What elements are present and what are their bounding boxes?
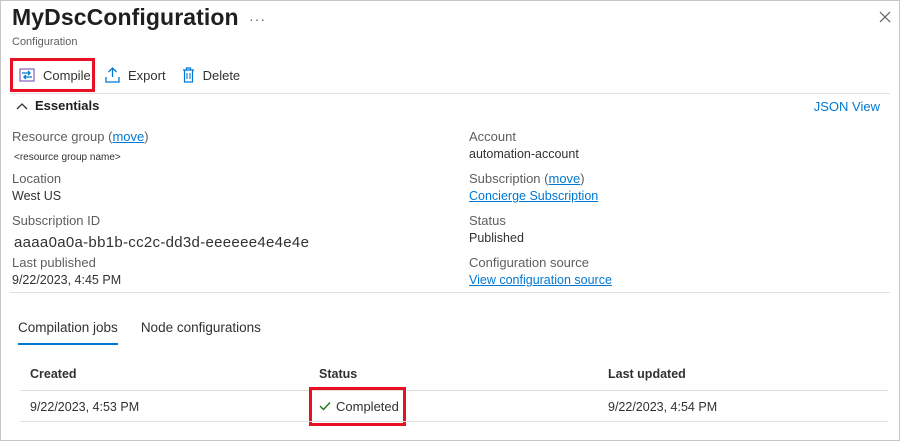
column-header-last-updated[interactable]: Last updated bbox=[608, 367, 686, 381]
subscription-label-text: Subscription bbox=[469, 171, 541, 186]
subscription-id-label: Subscription ID bbox=[12, 213, 101, 228]
export-label: Export bbox=[128, 67, 166, 83]
column-header-status[interactable]: Status bbox=[319, 367, 357, 381]
page-title: MyDscConfiguration bbox=[12, 4, 239, 30]
subscription-move-link[interactable]: move bbox=[549, 171, 581, 186]
command-bar: Compile Export Delete bbox=[10, 58, 248, 92]
column-header-created[interactable]: Created bbox=[30, 367, 77, 381]
configuration-source-label: Configuration source bbox=[469, 255, 589, 270]
checkmark-icon bbox=[319, 399, 336, 414]
location-value: West US bbox=[12, 189, 62, 203]
tab-node-configurations[interactable]: Node configurations bbox=[141, 320, 261, 345]
essentials-divider bbox=[10, 292, 890, 293]
page-subtitle: Configuration bbox=[12, 36, 78, 48]
essentials-heading: Essentials bbox=[35, 98, 100, 113]
more-actions-button[interactable]: ··· bbox=[249, 11, 266, 27]
resource-group-label-text: Resource group bbox=[12, 129, 105, 144]
toolbar-divider bbox=[10, 93, 890, 94]
row-created-cell[interactable]: 9/22/2023, 4:53 PM bbox=[30, 400, 139, 414]
compile-icon bbox=[19, 68, 35, 82]
row-status-text: Completed bbox=[336, 399, 399, 414]
account-value: automation-account bbox=[469, 147, 579, 161]
location-label: Location bbox=[12, 171, 62, 186]
export-button[interactable]: Export bbox=[97, 58, 174, 92]
header-row-divider bbox=[20, 390, 888, 391]
close-icon[interactable] bbox=[876, 8, 894, 26]
subscription-label: Subscription (move) bbox=[469, 171, 585, 186]
essentials-toggle[interactable]: Essentials bbox=[16, 98, 99, 113]
status-label: Status bbox=[469, 213, 506, 228]
delete-button[interactable]: Delete bbox=[174, 58, 249, 92]
last-published-value: 9/22/2023, 4:45 PM bbox=[12, 273, 122, 287]
resource-group-label: Resource group (move) bbox=[12, 129, 149, 144]
json-view-link[interactable]: JSON View bbox=[814, 99, 880, 114]
account-label: Account bbox=[469, 129, 516, 144]
subscription-id-value: aaaa0a0a-bb1b-cc2c-dd3d-eeeeee4e4e4e bbox=[14, 234, 310, 251]
resource-group-move-link[interactable]: move bbox=[112, 129, 144, 144]
chevron-up-icon bbox=[16, 98, 35, 113]
status-value: Published bbox=[469, 231, 524, 245]
compile-button[interactable]: Compile bbox=[10, 58, 95, 92]
resource-group-value: <resource group name> bbox=[14, 152, 121, 163]
export-icon bbox=[105, 67, 120, 83]
configuration-source-link[interactable]: View configuration source bbox=[469, 273, 612, 287]
compile-label: Compile bbox=[43, 67, 91, 83]
delete-label: Delete bbox=[202, 67, 241, 83]
subscription-link[interactable]: Concierge Subscription bbox=[469, 189, 598, 203]
tab-compilation-jobs[interactable]: Compilation jobs bbox=[18, 320, 118, 345]
delete-icon bbox=[182, 67, 195, 83]
last-published-label: Last published bbox=[12, 255, 96, 270]
row-last-updated-cell[interactable]: 9/22/2023, 4:54 PM bbox=[608, 400, 717, 414]
row-divider bbox=[20, 421, 888, 422]
tab-bar: Compilation jobs Node configurations bbox=[18, 320, 284, 345]
